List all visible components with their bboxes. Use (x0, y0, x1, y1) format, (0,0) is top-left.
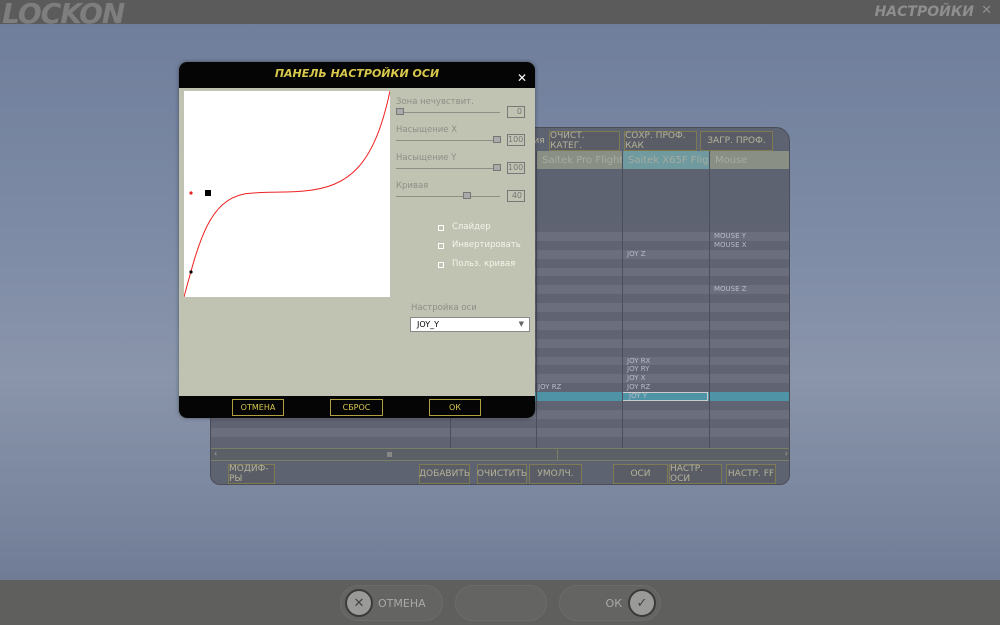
dialog-title: ПАНЕЛЬ НАСТРОЙКИ ОСИ ✕ (179, 62, 535, 88)
sat-x-label: Насыщение X (396, 125, 458, 135)
deadzone-thumb[interactable] (396, 108, 404, 115)
modifiers-button[interactable]: МОДИФ-РЫ (228, 464, 275, 484)
axis-select-label: Настройка оси (411, 303, 477, 313)
footer-ok-button[interactable]: ОК ✓ (559, 585, 661, 621)
table-row[interactable] (211, 436, 789, 446)
deadzone-slider[interactable] (396, 112, 500, 113)
close-icon[interactable]: ✕ (981, 3, 992, 18)
binding-cell[interactable]: JOY RZ (538, 383, 561, 392)
sat-y-slider[interactable] (396, 168, 500, 169)
scroll-right-icon[interactable]: › (785, 449, 788, 458)
clear-button[interactable]: ОЧИСТИТЬ (477, 464, 527, 484)
curve-point (189, 191, 193, 195)
sat-x-value[interactable]: 100 (507, 134, 525, 146)
curve-slider[interactable] (396, 196, 500, 197)
binding-cell[interactable]: JOY X (627, 374, 646, 383)
column-header-selected[interactable]: Saitek X65F Flight (622, 151, 709, 169)
scroll-thumb[interactable] (387, 452, 392, 457)
clear-category-button[interactable]: ОЧИСТ. КАТЕГ. (549, 131, 620, 151)
sat-x-slider[interactable] (396, 140, 500, 141)
scroll-left-icon[interactable]: ‹ (214, 449, 217, 458)
curve-handle (205, 190, 211, 196)
horizontal-scrollbar[interactable]: ‹ › (211, 448, 789, 461)
ff-tune-button[interactable]: НАСТР. FF (726, 464, 776, 484)
top-bar: LOCKON НАСТРОЙКИ ✕ (0, 0, 1000, 30)
invert-label: Инвертировать (452, 240, 521, 250)
curve-point (189, 270, 193, 274)
binding-cell[interactable]: JOY Y (629, 392, 647, 401)
chevron-down-icon: ▼ (518, 320, 524, 328)
axis-select[interactable]: JOY_Y ▼ (410, 317, 530, 332)
curve-label: Кривая (396, 181, 429, 191)
axes-button[interactable]: ОСИ (613, 464, 668, 484)
slider-label: Слайдер (452, 222, 491, 232)
save-profile-as-button[interactable]: СОХР. ПРОФ. КАК (624, 131, 697, 151)
add-button[interactable]: ДОБАВИТЬ (419, 464, 470, 484)
invert-checkbox[interactable] (438, 243, 444, 249)
logo: LOCKON (2, 0, 125, 30)
sat-y-value[interactable]: 100 (507, 162, 525, 174)
binding-cell[interactable]: JOY RZ (627, 383, 650, 392)
binding-cell[interactable]: JOY RX (627, 357, 650, 366)
footer-bar: ✕ ОТМЕНА ОК ✓ (0, 580, 1000, 625)
column-header[interactable]: Saitek Pro Flight R (536, 151, 622, 169)
column-header[interactable]: Mouse (709, 151, 789, 169)
custom-curve-label: Польз. кривая (452, 259, 516, 269)
page-title: НАСТРОЙКИ (874, 4, 974, 20)
curve-graph (183, 90, 391, 298)
dialog-reset-button[interactable]: СБРОС (330, 399, 383, 416)
binding-cell[interactable]: MOUSE X (714, 241, 747, 250)
sat-x-thumb[interactable] (493, 136, 501, 143)
table-row[interactable] (211, 418, 789, 428)
footer-empty-button[interactable] (455, 585, 547, 621)
deadzone-value[interactable]: 0 (507, 106, 525, 118)
binding-cell[interactable]: MOUSE Z (714, 285, 747, 294)
curve-value[interactable]: 40 (507, 190, 525, 202)
axis-tune-button[interactable]: НАСТР. ОСИ (669, 464, 722, 484)
custom-curve-checkbox[interactable] (438, 262, 444, 268)
sat-y-thumb[interactable] (493, 164, 501, 171)
binding-cell[interactable]: MOUSE Y (714, 232, 746, 241)
response-curve (183, 90, 391, 298)
slider-checkbox[interactable] (438, 225, 444, 231)
sat-y-label: Насыщение Y (396, 153, 457, 163)
curve-thumb[interactable] (463, 192, 471, 199)
close-icon[interactable]: ✕ (517, 66, 527, 90)
table-row[interactable] (211, 427, 789, 437)
deadzone-label: Зона нечувствит. (396, 97, 474, 107)
footer-ok-label: ОК (605, 596, 622, 610)
footer-cancel-label: ОТМЕНА (378, 596, 426, 610)
footer-cancel-button[interactable]: ✕ ОТМЕНА (340, 585, 443, 621)
check-icon: ✓ (628, 589, 656, 617)
dialog-cancel-button[interactable]: ОТМЕНА (232, 399, 284, 416)
default-button[interactable]: УМОЛЧ. (529, 464, 582, 484)
binding-cell[interactable]: JOY RY (627, 365, 649, 374)
load-profile-button[interactable]: ЗАГР. ПРОФ. (700, 131, 773, 151)
axis-tune-dialog: ПАНЕЛЬ НАСТРОЙКИ ОСИ ✕ Зона нечувствит. … (179, 62, 535, 418)
binding-cell[interactable]: JOY Z (627, 250, 646, 259)
dialog-ok-button[interactable]: ОК (429, 399, 481, 416)
close-icon: ✕ (345, 589, 373, 617)
